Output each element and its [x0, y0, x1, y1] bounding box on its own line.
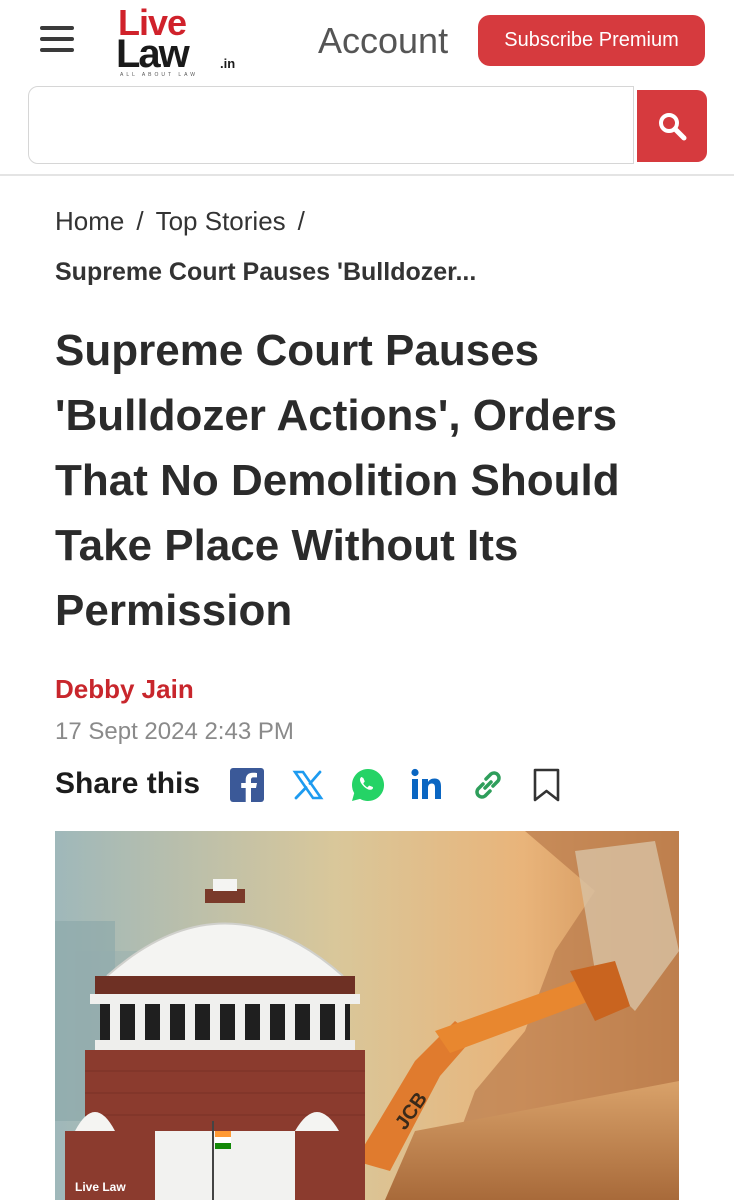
article-headline: Supreme Court Pauses 'Bulldozer Actions'…	[55, 326, 620, 635]
link-icon[interactable]	[469, 766, 507, 804]
whatsapp-icon[interactable]	[349, 766, 387, 804]
logo-text-bottom: Law	[116, 32, 190, 76]
bookmark-icon[interactable]	[528, 766, 566, 804]
search-bar	[28, 86, 707, 164]
breadcrumb: Home / Top Stories /	[55, 206, 317, 237]
account-link[interactable]: Account	[318, 20, 448, 62]
breadcrumb-current: Supreme Court Pauses 'Bulldozer...	[55, 258, 477, 286]
site-logo[interactable]: Live Law .in ALL ABOUT LAW	[116, 2, 246, 78]
logo-tagline: ALL ABOUT LAW	[120, 72, 198, 78]
author-link[interactable]: Debby Jain	[55, 674, 194, 705]
breadcrumb-separator: /	[297, 206, 305, 236]
article-hero-image[interactable]: JCB Live Law	[55, 831, 679, 1200]
subscribe-premium-button[interactable]: Subscribe Premium	[478, 15, 705, 66]
x-icon[interactable]	[289, 766, 327, 804]
facebook-icon[interactable]	[228, 766, 266, 804]
linkedin-icon[interactable]	[409, 766, 447, 804]
search-input[interactable]	[28, 86, 634, 164]
site-header: Live Law .in ALL ABOUT LAW Account Subsc…	[0, 0, 734, 80]
search-button[interactable]	[637, 90, 707, 162]
header-divider	[0, 174, 734, 176]
menu-icon[interactable]	[40, 26, 74, 54]
image-watermark: Live Law	[75, 1180, 126, 1194]
breadcrumb-home[interactable]: Home	[55, 206, 124, 236]
search-icon	[659, 113, 687, 141]
logo-suffix: .in	[220, 56, 236, 71]
share-label: Share this	[55, 767, 201, 800]
publish-date: 17 Sept 2024 2:43 PM	[55, 718, 294, 745]
breadcrumb-top-stories[interactable]: Top Stories	[156, 206, 286, 236]
breadcrumb-separator: /	[136, 206, 144, 236]
